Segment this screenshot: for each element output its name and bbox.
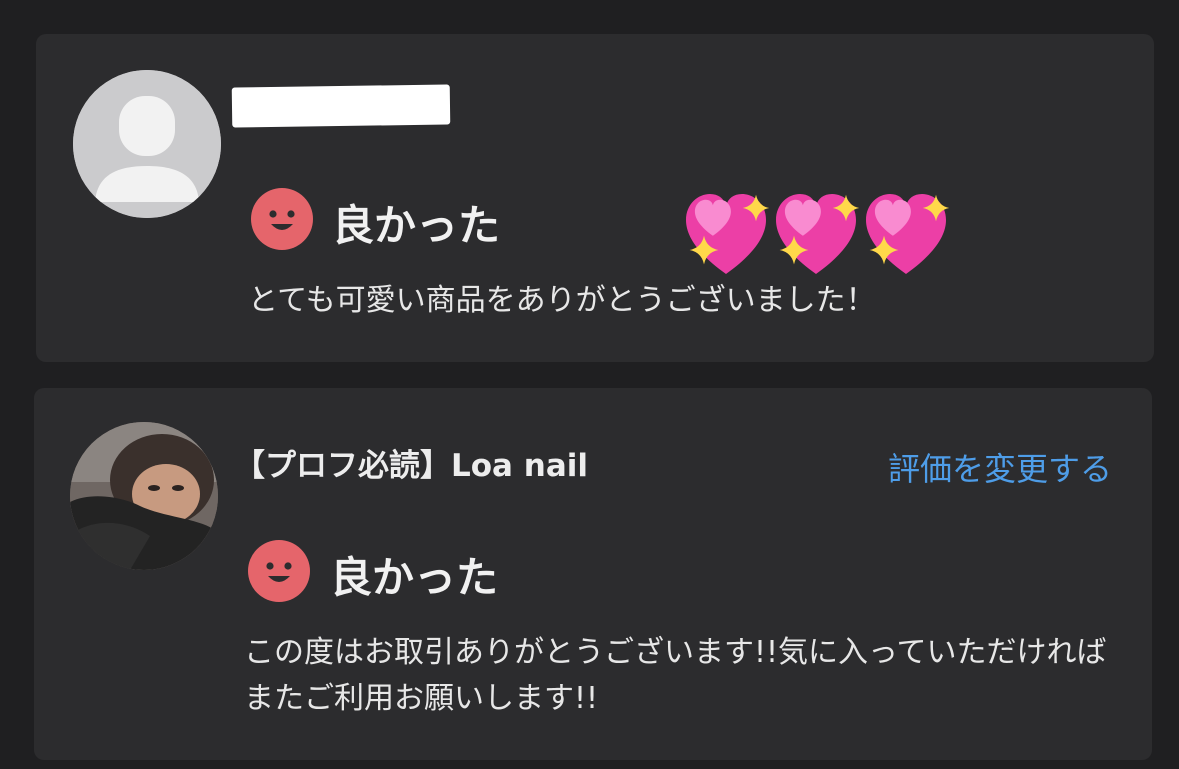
user-avatar[interactable]: [70, 422, 218, 570]
rating-label: 良かった: [332, 201, 501, 250]
user-name[interactable]: 【プロフ必読】Loa nail: [234, 440, 588, 485]
smile-face-icon: [248, 540, 310, 602]
change-rating-link[interactable]: 評価を変更する: [888, 444, 1112, 490]
redacted-user-name: [231, 84, 451, 128]
profile-photo: [70, 422, 218, 570]
review-comment: この度はお取引ありがとうございます!!気に入っていただければまたご利用お願いしま…: [244, 635, 1107, 716]
smile-face-icon: [251, 188, 313, 250]
review-card: 良かった とても可愛い商品をありがとうございました！: [36, 34, 1154, 362]
rating-label: 良かった: [330, 553, 499, 602]
review-card: 【プロフ必読】Loa nail 評価を変更する 良かった この度はお取引ありがと…: [34, 388, 1152, 760]
default-avatar[interactable]: [73, 70, 221, 218]
review-comment: とても可愛い商品をありがとうございました！: [248, 283, 876, 318]
user-silhouette-icon: [73, 70, 221, 218]
sparkling-hearts-icon: [686, 194, 950, 274]
